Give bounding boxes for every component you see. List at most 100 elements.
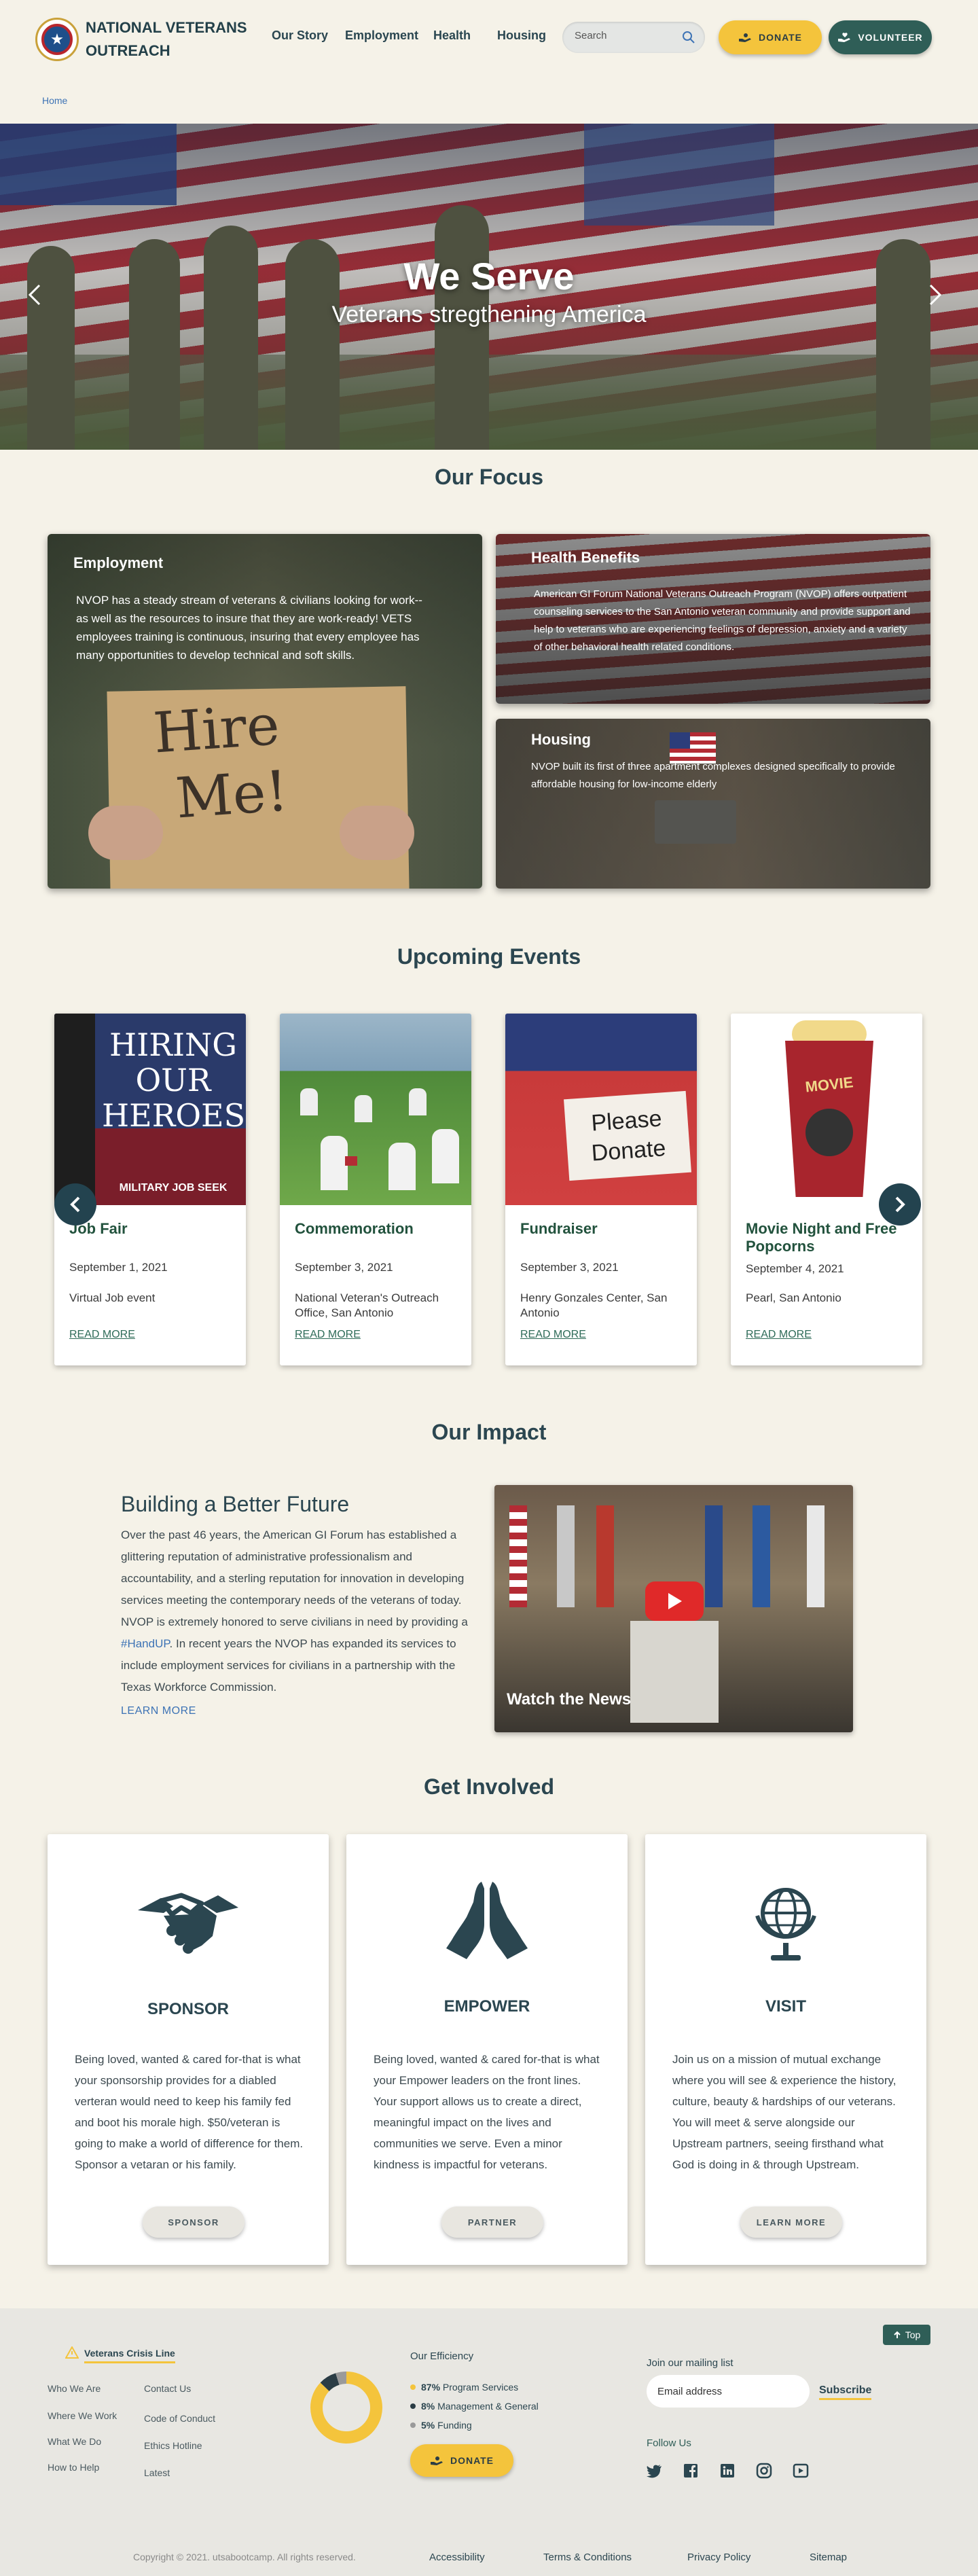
instagram-icon[interactable] [755, 2462, 773, 2480]
footer-link-ethics-hotline[interactable]: Ethics Hotline [144, 2440, 202, 2451]
focus-card-text: American GI Forum National Veterans Outr… [534, 588, 911, 653]
podium-image [630, 1621, 719, 1723]
involve-card-title: SPONSOR [147, 2000, 230, 2018]
learn-more-button[interactable]: LEARN MORE [740, 2206, 842, 2238]
event-image: MOVIE [731, 1014, 922, 1205]
focus-card-text: NVOP has a steady stream of veterans & c… [76, 594, 422, 662]
event-card[interactable]: Commemoration September 3, 2021 National… [280, 1014, 471, 1365]
event-read-more-link[interactable]: READ MORE [69, 1329, 135, 1341]
donate-hand-icon [738, 33, 751, 42]
footer-link-accessibility[interactable]: Accessibility [429, 2552, 485, 2563]
impact-text: Over the past 46 years, the American GI … [121, 1528, 468, 1694]
sponsor-button[interactable]: SPONSOR [143, 2206, 244, 2238]
focus-card-employment[interactable]: Hire Me! Employment NVOP has a steady st… [48, 534, 482, 889]
focus-card-title: Health Benefits [531, 549, 640, 566]
event-read-more-link[interactable]: READ MORE [746, 1329, 812, 1341]
volunteer-label: VOLUNTEER [858, 32, 923, 43]
partner-button[interactable]: PARTNER [441, 2206, 543, 2238]
linkedin-icon[interactable] [719, 2462, 736, 2480]
hero-flag [0, 124, 177, 205]
site-logo[interactable] [35, 18, 79, 61]
event-location: National Veteran's Outreach Office, San … [295, 1291, 439, 1319]
youtube-icon[interactable] [792, 2462, 810, 2480]
carousel-next-button[interactable] [879, 1183, 921, 1226]
focus-card-text: NVOP built its first of three apartment … [531, 761, 895, 790]
footer-donate-button[interactable]: DONATE [410, 2444, 513, 2477]
event-title: Fundraiser [520, 1220, 598, 1237]
news-video[interactable]: Watch the News [494, 1485, 853, 1732]
footer-link-privacy[interactable]: Privacy Policy [687, 2552, 750, 2563]
footer-link-who-we-are[interactable]: Who We Are [48, 2383, 101, 2394]
event-date: September 1, 2021 [69, 1261, 168, 1274]
globe-icon [755, 1888, 816, 1961]
focus-card-title: Housing [531, 731, 591, 748]
event-read-more-link[interactable]: READ MORE [520, 1329, 586, 1341]
play-button[interactable] [645, 1581, 704, 1621]
event-read-more-link[interactable]: READ MORE [295, 1329, 361, 1341]
breadcrumb-home[interactable]: Home [42, 95, 67, 106]
event-card[interactable]: Please Donate Fundraiser September 3, 202… [505, 1014, 697, 1365]
copyright-text: Copyright © 2021. utsabootcamp. All righ… [133, 2552, 356, 2562]
praying-hands-icon [446, 1882, 528, 1959]
crisis-line-link[interactable]: Veterans Crisis Line [84, 2348, 175, 2363]
house-image [655, 800, 736, 844]
handup-link[interactable]: #HandUP [121, 1637, 170, 1650]
focus-card-health[interactable]: Health Benefits American GI Forum Nation… [496, 534, 930, 704]
involve-card-title: VISIT [765, 1997, 806, 2016]
volunteer-hand-icon [838, 33, 851, 42]
nav-housing[interactable]: Housing [497, 29, 546, 43]
carousel-prev-button[interactable] [54, 1183, 96, 1226]
chevron-left-icon [70, 1196, 80, 1213]
impact-learn-more-link[interactable]: LEARN MORE [121, 1705, 196, 1717]
involve-card-text: Being loved, wanted & cared for-that is … [75, 2053, 304, 2171]
event-date: September 3, 2021 [295, 1261, 393, 1274]
footer-link-contact[interactable]: Contact Us [144, 2383, 191, 2394]
hero-banner: We Serve Veterans stregthening America [0, 124, 978, 450]
arrow-up-icon [893, 2331, 901, 2338]
focus-card-title: Employment [73, 554, 164, 571]
involve-card-sponsor: SPONSOR Being loved, wanted & cared for-… [48, 1834, 329, 2265]
search-box [562, 22, 705, 53]
hero-next-icon[interactable] [925, 281, 945, 308]
site-title[interactable]: NATIONAL VETERANS OUTREACH [86, 16, 255, 62]
footer-link-latest[interactable]: Latest [144, 2467, 170, 2478]
nav-our-story[interactable]: Our Story [272, 29, 328, 43]
hand-image [340, 806, 414, 860]
footer-link-what-we-do[interactable]: What We Do [48, 2436, 101, 2447]
footer-link-where-we-work[interactable]: Where We Work [48, 2410, 117, 2421]
footer-link-terms[interactable]: Terms & Conditions [543, 2552, 632, 2563]
email-field[interactable] [647, 2375, 810, 2408]
efficiency-legend-item: 87% Program Services [410, 2382, 518, 2393]
impact-heading: Building a Better Future [121, 1492, 350, 1516]
hero-prev-icon[interactable] [24, 281, 45, 308]
play-icon [668, 1593, 682, 1609]
facebook-icon[interactable] [682, 2462, 700, 2480]
subscribe-button[interactable]: Subscribe [819, 2384, 872, 2400]
footer-link-code-of-conduct[interactable]: Code of Conduct [144, 2413, 215, 2424]
footer-link-sitemap[interactable]: Sitemap [810, 2552, 847, 2563]
event-image: HIRING OUR HEROES MILITARY JOB SEEK [54, 1014, 246, 1205]
section-title-focus: Our Focus [434, 465, 543, 489]
section-title-events: Upcoming Events [397, 944, 581, 969]
nav-employment[interactable]: Employment [345, 29, 418, 43]
star-icon [51, 33, 63, 45]
search-input[interactable] [575, 30, 676, 41]
donate-button[interactable]: DONATE [719, 20, 822, 54]
search-icon[interactable] [682, 31, 695, 44]
back-to-top-button[interactable]: Top [883, 2325, 930, 2345]
nav-health[interactable]: Health [433, 29, 471, 43]
handshake-icon [138, 1893, 238, 1954]
twitter-icon[interactable] [645, 2462, 663, 2480]
sign-text: Hire Me! [151, 692, 291, 831]
event-location: Pearl, San Antonio [746, 1291, 841, 1304]
footer-link-how-to-help[interactable]: How to Help [48, 2462, 99, 2473]
flag-image [509, 1505, 527, 1607]
section-title-impact: Our Impact [431, 1420, 547, 1444]
hero-flag [584, 124, 774, 226]
volunteer-button[interactable]: VOLUNTEER [829, 20, 932, 54]
event-image: Please Donate [505, 1014, 697, 1205]
flag-image [705, 1505, 723, 1607]
focus-card-housing[interactable]: Housing NVOP built its first of three ap… [496, 719, 930, 889]
hero-title: We Serve [403, 255, 575, 298]
efficiency-donut-chart [310, 2372, 382, 2444]
